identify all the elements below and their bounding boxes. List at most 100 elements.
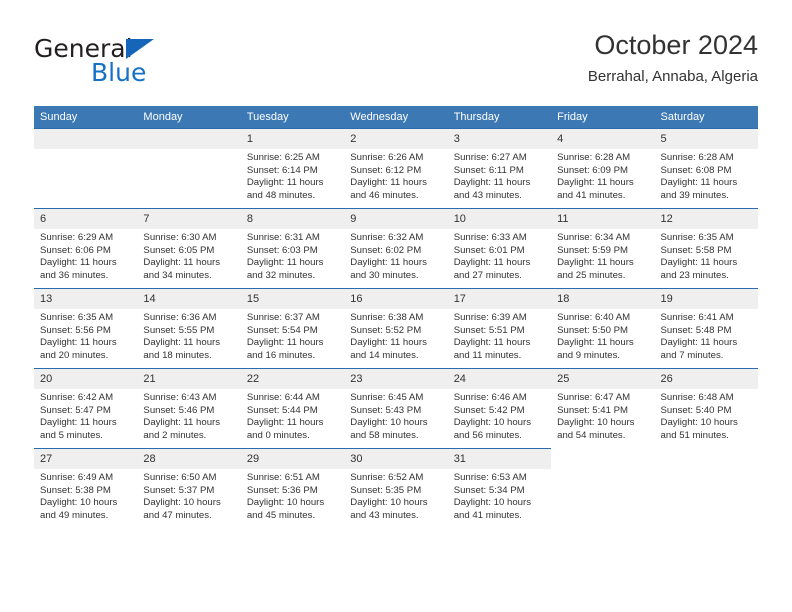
calendar-day-cell[interactable]: 27 Sunrise: 6:49 AM Sunset: 5:38 PM Dayligh… xyxy=(34,448,138,528)
sunrise-time: Sunrise: 6:28 AM xyxy=(557,152,631,163)
day-details: Sunrise: 6:35 AM Sunset: 5:58 PM Daylight:… xyxy=(655,229,758,282)
calendar-day-cell[interactable]: 20 Sunrise: 6:42 AM Sunset: 5:47 PM Dayligh… xyxy=(34,368,138,449)
sunrise-time: Sunrise: 6:53 AM xyxy=(453,472,527,483)
daylight-duration-line1: Daylight: 11 hours xyxy=(143,257,221,269)
day-details: Sunrise: 6:32 AM Sunset: 6:02 PM Daylight:… xyxy=(344,229,447,282)
day-number: 1 xyxy=(240,129,345,149)
day-number: 11 xyxy=(551,209,655,229)
sunset-time: Sunset: 6:09 PM xyxy=(557,164,629,176)
day-details: Sunrise: 6:36 AM Sunset: 5:55 PM Daylight:… xyxy=(137,309,240,362)
day-details: Sunrise: 6:38 AM Sunset: 5:52 PM Daylight:… xyxy=(344,309,447,362)
day-number: 10 xyxy=(447,209,552,229)
calendar-day-cell[interactable]: 18 Sunrise: 6:40 AM Sunset: 5:50 PM Dayligh… xyxy=(551,288,655,369)
daylight-duration-line1: Daylight: 11 hours xyxy=(143,417,221,429)
calendar-day-cell[interactable]: 29 Sunrise: 6:51 AM Sunset: 5:36 PM Dayligh… xyxy=(240,448,345,528)
sunset-time: Sunset: 5:37 PM xyxy=(143,484,215,496)
daylight-duration-line2: and 36 minutes. xyxy=(40,269,109,281)
calendar-day-cell[interactable]: 8 Sunrise: 6:31 AM Sunset: 6:03 PM Daylight… xyxy=(240,208,345,289)
day-number: 29 xyxy=(240,449,345,469)
calendar-day-cell[interactable]: 17 Sunrise: 6:39 AM Sunset: 5:51 PM Dayligh… xyxy=(447,288,552,369)
calendar-day-cell[interactable]: 19 Sunrise: 6:41 AM Sunset: 5:48 PM Dayligh… xyxy=(654,288,758,369)
day-number: 28 xyxy=(137,449,241,469)
weekday-header-monday: Monday xyxy=(137,106,241,129)
sunset-time: Sunset: 6:03 PM xyxy=(246,244,318,256)
calendar-day-cell[interactable]: 5 Sunrise: 6:28 AM Sunset: 6:08 PM Daylight… xyxy=(654,128,758,209)
day-number: 19 xyxy=(654,289,758,309)
calendar-day-cell[interactable]: 31 Sunrise: 6:53 AM Sunset: 5:34 PM Dayligh… xyxy=(447,448,552,528)
calendar-day-cell[interactable]: 21 Sunrise: 6:43 AM Sunset: 5:46 PM Dayligh… xyxy=(137,368,241,449)
sunrise-time: Sunrise: 6:27 AM xyxy=(453,152,527,163)
sunset-time: Sunset: 6:08 PM xyxy=(660,164,732,176)
day-number: 24 xyxy=(447,369,552,389)
sunset-time: Sunset: 5:35 PM xyxy=(350,484,422,496)
daylight-duration-line2: and 18 minutes. xyxy=(143,349,212,361)
calendar-day-cell[interactable]: 25 Sunrise: 6:47 AM Sunset: 5:41 PM Dayligh… xyxy=(551,368,655,449)
calendar-day-cell[interactable]: 3 Sunrise: 6:27 AM Sunset: 6:11 PM Daylight… xyxy=(447,128,552,209)
calendar-day-cell[interactable]: 7 Sunrise: 6:30 AM Sunset: 6:05 PM Daylight… xyxy=(137,208,241,289)
sunset-time: Sunset: 5:40 PM xyxy=(660,404,732,416)
day-details: Sunrise: 6:41 AM Sunset: 5:48 PM Daylight:… xyxy=(655,309,758,362)
calendar-week-row: 1 Sunrise: 6:25 AM Sunset: 6:14 PM Daylight… xyxy=(34,128,758,209)
calendar-empty-cell xyxy=(551,448,655,528)
calendar-week-row: 6 Sunrise: 6:29 AM Sunset: 6:06 PM Daylight… xyxy=(34,208,758,289)
sunset-time: Sunset: 5:55 PM xyxy=(143,324,215,336)
daylight-duration-line1: Daylight: 11 hours xyxy=(660,257,738,269)
calendar-day-cell[interactable]: 2 Sunrise: 6:26 AM Sunset: 6:12 PM Daylight… xyxy=(344,128,448,209)
sunrise-time: Sunrise: 6:25 AM xyxy=(246,152,320,163)
day-details: Sunrise: 6:28 AM Sunset: 6:09 PM Daylight:… xyxy=(551,149,654,202)
calendar-day-cell[interactable]: 16 Sunrise: 6:38 AM Sunset: 5:52 PM Dayligh… xyxy=(344,288,448,369)
calendar-day-cell[interactable]: 23 Sunrise: 6:45 AM Sunset: 5:43 PM Dayligh… xyxy=(344,368,448,449)
weekday-header-friday: Friday xyxy=(551,106,655,129)
daylight-duration-line2: and 39 minutes. xyxy=(660,189,729,201)
calendar-day-cell[interactable]: 14 Sunrise: 6:36 AM Sunset: 5:55 PM Dayligh… xyxy=(137,288,241,369)
calendar-day-cell[interactable]: 13 Sunrise: 6:35 AM Sunset: 5:56 PM Dayligh… xyxy=(34,288,138,369)
day-number: 23 xyxy=(344,369,448,389)
calendar-day-cell[interactable]: 4 Sunrise: 6:28 AM Sunset: 6:09 PM Daylight… xyxy=(551,128,655,209)
daylight-duration-line2: and 46 minutes. xyxy=(350,189,419,201)
sunset-time: Sunset: 5:51 PM xyxy=(453,324,525,336)
daylight-duration-line1: Daylight: 10 hours xyxy=(350,417,428,429)
daylight-duration-line2: and 25 minutes. xyxy=(557,269,626,281)
day-details: Sunrise: 6:50 AM Sunset: 5:37 PM Daylight:… xyxy=(137,469,240,522)
calendar-day-cell[interactable]: 1 Sunrise: 6:25 AM Sunset: 6:14 PM Daylight… xyxy=(240,128,345,209)
calendar-day-cell[interactable]: 10 Sunrise: 6:33 AM Sunset: 6:01 PM Dayligh… xyxy=(447,208,552,289)
day-number: 2 xyxy=(344,129,448,149)
day-number: 6 xyxy=(34,209,138,229)
calendar-day-cell[interactable]: 30 Sunrise: 6:52 AM Sunset: 5:35 PM Dayligh… xyxy=(344,448,448,528)
day-number: 22 xyxy=(240,369,345,389)
calendar-day-cell[interactable]: 22 Sunrise: 6:44 AM Sunset: 5:44 PM Dayligh… xyxy=(240,368,345,449)
calendar-day-cell[interactable]: 24 Sunrise: 6:46 AM Sunset: 5:42 PM Dayligh… xyxy=(447,368,552,449)
daylight-duration-line1: Daylight: 10 hours xyxy=(246,497,325,509)
daylight-duration-line2: and 7 minutes. xyxy=(660,349,724,361)
calendar-day-cell[interactable]: 12 Sunrise: 6:35 AM Sunset: 5:58 PM Dayligh… xyxy=(654,208,758,289)
calendar-day-cell[interactable]: 9 Sunrise: 6:32 AM Sunset: 6:02 PM Daylight… xyxy=(344,208,448,289)
sunset-time: Sunset: 5:48 PM xyxy=(660,324,732,336)
sunset-time: Sunset: 5:59 PM xyxy=(557,244,629,256)
daylight-duration-line1: Daylight: 10 hours xyxy=(660,417,738,429)
daylight-duration-line2: and 49 minutes. xyxy=(40,509,109,521)
calendar-day-cell[interactable]: 28 Sunrise: 6:50 AM Sunset: 5:37 PM Dayligh… xyxy=(137,448,241,528)
day-number xyxy=(551,449,654,469)
weekday-header-tuesday: Tuesday xyxy=(240,106,345,129)
calendar-day-cell[interactable]: 11 Sunrise: 6:34 AM Sunset: 5:59 PM Dayligh… xyxy=(551,208,655,289)
day-number: 18 xyxy=(551,289,655,309)
day-details: Sunrise: 6:29 AM Sunset: 6:06 PM Daylight:… xyxy=(34,229,137,282)
day-details: Sunrise: 6:33 AM Sunset: 6:01 PM Daylight:… xyxy=(448,229,551,282)
daylight-duration-line1: Daylight: 11 hours xyxy=(350,257,427,269)
calendar-day-cell[interactable]: 6 Sunrise: 6:29 AM Sunset: 6:06 PM Daylight… xyxy=(34,208,138,289)
day-number: 8 xyxy=(240,209,345,229)
daylight-duration-line1: Daylight: 10 hours xyxy=(40,497,118,509)
calendar-day-cell[interactable]: 26 Sunrise: 6:48 AM Sunset: 5:40 PM Dayligh… xyxy=(654,368,758,449)
sunrise-time: Sunrise: 6:48 AM xyxy=(660,392,734,403)
calendar-page: General Blue October 2024 Berrahal, Anna… xyxy=(0,0,792,612)
daylight-duration-line2: and 58 minutes. xyxy=(350,429,419,441)
calendar-week-row: 20 Sunrise: 6:42 AM Sunset: 5:47 PM Dayligh… xyxy=(34,368,758,449)
daylight-duration-line1: Daylight: 10 hours xyxy=(453,497,532,509)
day-details: Sunrise: 6:28 AM Sunset: 6:08 PM Daylight:… xyxy=(655,149,758,202)
calendar-day-cell[interactable]: 15 Sunrise: 6:37 AM Sunset: 5:54 PM Dayligh… xyxy=(240,288,345,369)
daylight-duration-line2: and 41 minutes. xyxy=(453,509,522,521)
sunset-time: Sunset: 6:12 PM xyxy=(350,164,422,176)
sunset-time: Sunset: 5:41 PM xyxy=(557,404,629,416)
day-number: 12 xyxy=(654,209,758,229)
sunrise-time: Sunrise: 6:41 AM xyxy=(660,312,734,323)
